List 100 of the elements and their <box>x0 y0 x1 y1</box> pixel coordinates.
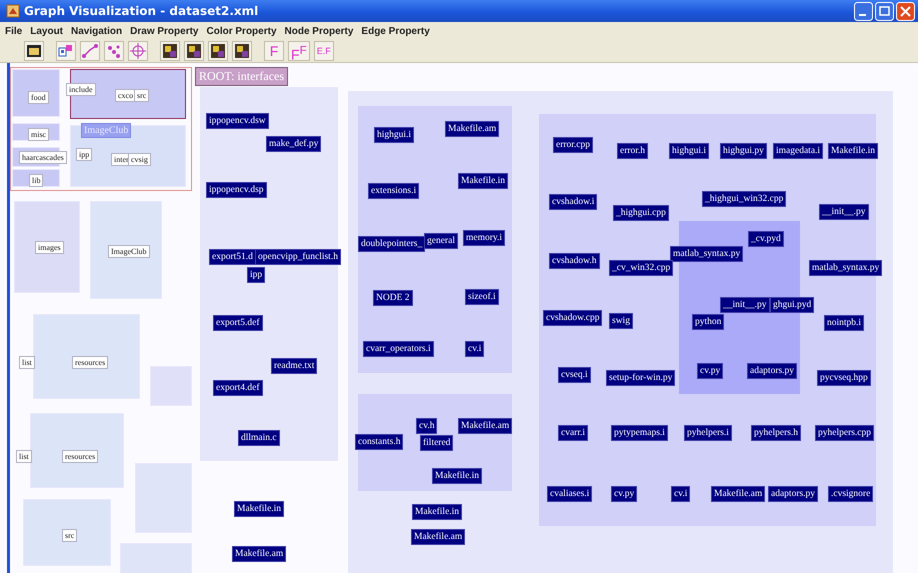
graph-node[interactable]: pytypemaps.i <box>611 425 668 441</box>
menu-item[interactable]: Draw Property <box>130 26 198 36</box>
graph-node[interactable]: cv.py <box>611 486 638 502</box>
graph-node[interactable]: ipp <box>247 267 266 283</box>
graph-node[interactable]: Makefile.am <box>458 418 512 434</box>
menu-item[interactable]: Navigation <box>71 26 122 36</box>
overview-label[interactable]: images <box>35 241 64 254</box>
graph-node[interactable]: Makefile.in <box>432 468 482 484</box>
folder-icon[interactable] <box>24 41 44 61</box>
graph-node[interactable]: _highgui.cpp <box>613 205 669 221</box>
close-button[interactable] <box>896 2 915 20</box>
graph-node[interactable]: make_def.py <box>266 136 322 152</box>
overview-label[interactable]: cxco <box>115 89 136 102</box>
graph-node[interactable]: cv.i <box>465 341 484 357</box>
graph-node[interactable]: _highgui_win32.cpp <box>702 191 786 207</box>
graph-node[interactable]: cv.i <box>671 486 690 502</box>
edges-icon[interactable] <box>80 41 100 61</box>
graph-node[interactable]: python <box>692 314 724 330</box>
graph-node[interactable]: error.h <box>617 143 648 159</box>
graph-node[interactable]: setup-for-win.py <box>606 370 676 386</box>
overview-label[interactable]: resources <box>72 356 108 369</box>
image-icon[interactable] <box>160 41 180 61</box>
graph-node[interactable]: cvshadow.cpp <box>543 310 602 326</box>
graph-node[interactable]: ippopencv.dsw <box>206 113 269 129</box>
graph-node[interactable]: nointpb.i <box>824 315 864 331</box>
graph-node[interactable]: constants.h <box>355 434 404 450</box>
menu-item[interactable]: Layout <box>30 26 64 36</box>
graph-node[interactable]: swig <box>609 313 633 329</box>
overview-label[interactable]: include <box>66 83 96 96</box>
overview-label[interactable]: food <box>28 91 49 104</box>
layout-icon[interactable] <box>56 41 76 61</box>
graph-node[interactable]: sizeof.i <box>465 289 499 305</box>
graph-node[interactable]: cvarr.i <box>558 425 588 441</box>
graph-node[interactable]: .cvsignore <box>828 486 874 502</box>
graph-node[interactable]: adaptors.py <box>768 486 818 502</box>
graph-node[interactable]: NODE 2 <box>373 290 413 306</box>
overview-label[interactable]: list <box>16 450 32 463</box>
image-icon[interactable] <box>232 41 252 61</box>
graph-node[interactable]: pycvseq.hpp <box>817 370 871 386</box>
graph-node[interactable]: general <box>424 233 458 249</box>
move-icon[interactable] <box>128 41 148 61</box>
graph-node[interactable]: readme.txt <box>271 358 318 374</box>
graph-node[interactable]: cvseq.i <box>558 367 591 383</box>
overview-label[interactable]: src <box>134 89 150 102</box>
graph-node[interactable]: cvaliases.i <box>547 486 592 502</box>
maximize-button[interactable] <box>875 2 894 20</box>
overview-label[interactable]: cvsig <box>128 153 151 166</box>
menu-item[interactable]: Edge Property <box>361 26 430 36</box>
graph-node[interactable]: highgui.py <box>720 143 767 159</box>
graph-node[interactable]: ghgui.pyd <box>770 297 814 313</box>
dots-icon[interactable] <box>104 41 124 61</box>
overview-label[interactable]: lib <box>29 174 44 187</box>
graph-node[interactable]: pyhelpers.h <box>751 425 802 441</box>
menu-item[interactable]: Color Property <box>206 26 277 36</box>
overview-label[interactable]: haarcascades <box>19 151 67 164</box>
menu-item[interactable]: File <box>5 26 22 36</box>
graph-node[interactable]: error.cpp <box>553 137 594 153</box>
graph-node[interactable]: doublepointers_ <box>358 236 426 252</box>
graph-node[interactable]: highgui.i <box>374 127 414 143</box>
minimize-button[interactable] <box>854 2 873 20</box>
graph-node[interactable]: cv.h <box>416 418 438 434</box>
graph-node[interactable]: matlab_syntax.py <box>809 260 882 276</box>
overview-label[interactable]: ipp <box>76 148 92 161</box>
menu-item[interactable]: Node Property <box>284 26 354 36</box>
graph-node[interactable]: Makefile.in <box>458 173 508 189</box>
graph-node[interactable]: __init__.py <box>720 297 770 313</box>
graph-node[interactable]: _cv.pyd <box>748 231 784 247</box>
graph-node[interactable]: cvshadow.h <box>549 253 600 269</box>
overview-label[interactable]: src <box>62 529 78 542</box>
graph-node[interactable]: cv.py <box>697 363 724 379</box>
graph-node[interactable]: pyhelpers.i <box>684 425 732 441</box>
graph-node[interactable]: pyhelpers.cpp <box>815 425 874 441</box>
graph-node[interactable]: dllmain.c <box>238 430 280 446</box>
graph-node[interactable]: cvarr_operators.i <box>363 341 434 357</box>
graph-node[interactable]: Makefile.am <box>711 486 766 502</box>
graph-node[interactable]: highgui.i <box>669 143 710 159</box>
graph-node[interactable]: matlab_syntax.py <box>670 246 744 262</box>
graph-node[interactable]: export4.def <box>213 380 263 396</box>
image-icon[interactable] <box>208 41 228 61</box>
graph-node[interactable]: imagedata.i <box>773 143 824 159</box>
graph-node[interactable]: Makefile.am <box>232 546 286 562</box>
overview-label[interactable]: list <box>19 356 35 369</box>
graph-node[interactable]: export5.def <box>213 315 263 331</box>
overview-label[interactable]: resources <box>62 450 98 463</box>
graph-node[interactable]: filtered <box>420 435 454 451</box>
graph-node[interactable]: memory.i <box>463 230 506 246</box>
graph-node[interactable]: Makefile.in <box>828 143 878 159</box>
graph-node[interactable]: ippopencv.dsp <box>206 182 267 198</box>
graph-node[interactable]: Makefile.am <box>411 529 466 545</box>
graph-node[interactable]: extensions.i <box>368 183 420 199</box>
image-icon[interactable] <box>184 41 204 61</box>
overview-label[interactable]: ImageClub <box>108 245 150 258</box>
overview-label[interactable]: misc <box>28 128 50 141</box>
graph-node[interactable]: adaptors.py <box>747 363 798 379</box>
graph-node[interactable]: _cv_win32.cpp <box>609 260 674 276</box>
graph-node[interactable]: opencvipp_funclist.h <box>255 249 341 265</box>
graph-node[interactable]: export51.d <box>209 249 256 265</box>
graph-node[interactable]: __init__.py <box>819 204 869 220</box>
graph-node[interactable]: Makefile.in <box>234 501 284 517</box>
graph-node[interactable]: Makefile.in <box>412 504 462 520</box>
